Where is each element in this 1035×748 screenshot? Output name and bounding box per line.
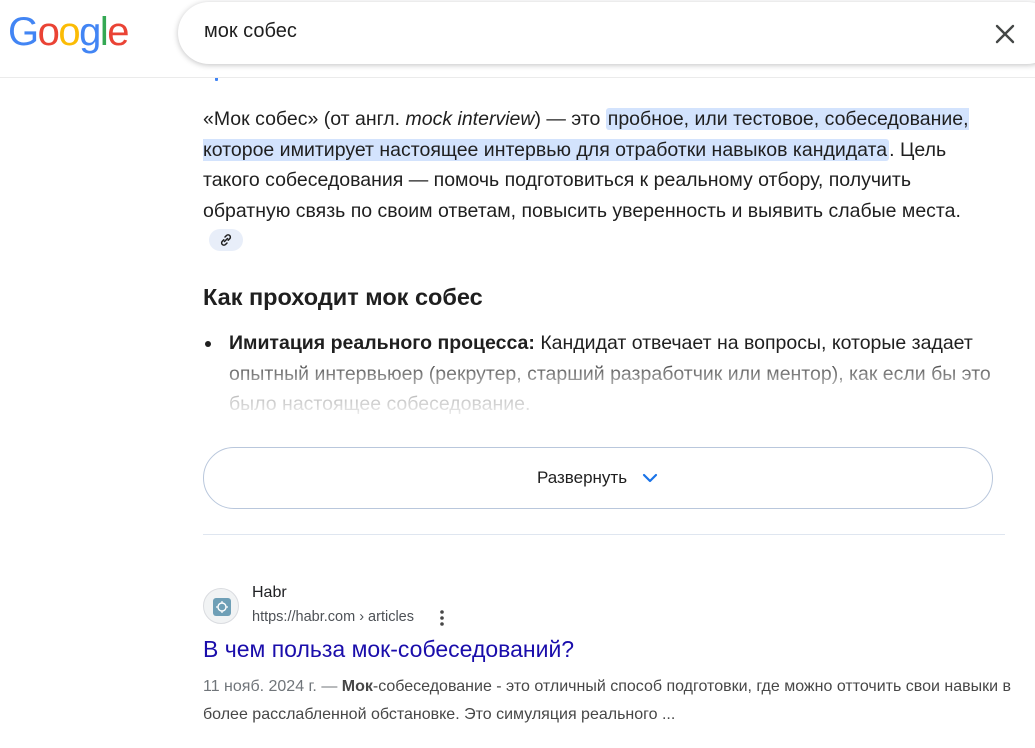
- site-url[interactable]: https://habr.com › articles: [252, 609, 414, 625]
- search-input[interactable]: [204, 20, 904, 43]
- snippet-bold: Мок: [341, 678, 373, 695]
- list-item: Имитация реального процесса: Кандидат от…: [203, 328, 1003, 420]
- divider: [203, 534, 1005, 535]
- bullet-list: Имитация реального процесса: Кандидат от…: [203, 328, 1003, 420]
- logo-letter: o: [58, 10, 80, 54]
- habr-icon: [213, 598, 231, 616]
- link-icon: [220, 234, 232, 246]
- overview-paragraph: «Мок собес» (от англ. mock interview) — …: [203, 104, 993, 257]
- logo-letter: g: [79, 10, 101, 54]
- clear-search-button[interactable]: [990, 19, 1020, 49]
- source-link-button[interactable]: [209, 228, 243, 251]
- para-emphasis: mock interview: [405, 108, 535, 130]
- more-vert-icon: [440, 610, 444, 626]
- google-logo[interactable]: Google: [8, 10, 129, 55]
- expand-button[interactable]: Развернуть: [203, 447, 993, 509]
- bullet-bold: Имитация реального процесса:: [229, 332, 535, 354]
- logo-letter: l: [99, 10, 109, 54]
- close-icon: [995, 24, 1015, 44]
- more-options-button[interactable]: [436, 608, 448, 628]
- logo-letter: e: [107, 10, 129, 54]
- search-box: [178, 2, 1035, 64]
- logo-letter: o: [37, 10, 60, 54]
- result-snippet: 11 нояб. 2024 г. — Мок-собеседование - э…: [203, 673, 1023, 729]
- para-text: ) — это: [534, 108, 606, 130]
- result-title-link[interactable]: В чем польза мок-собеседований?: [203, 636, 574, 663]
- site-favicon[interactable]: [203, 588, 239, 624]
- expand-label: Развернуть: [536, 468, 628, 487]
- site-name[interactable]: Habr: [252, 584, 287, 602]
- logo-letter: G: [8, 10, 39, 54]
- header: Google: [0, 0, 1035, 78]
- section-heading: Как проходит мок собес: [203, 284, 483, 310]
- ai-overview-content: «Мок собес» (от англ. mock interview) — …: [203, 104, 993, 257]
- chevron-down-icon: [642, 473, 658, 483]
- result-date: 11 нояб. 2024 г. —: [203, 678, 342, 695]
- para-text: «Мок собес» (от англ.: [203, 108, 406, 130]
